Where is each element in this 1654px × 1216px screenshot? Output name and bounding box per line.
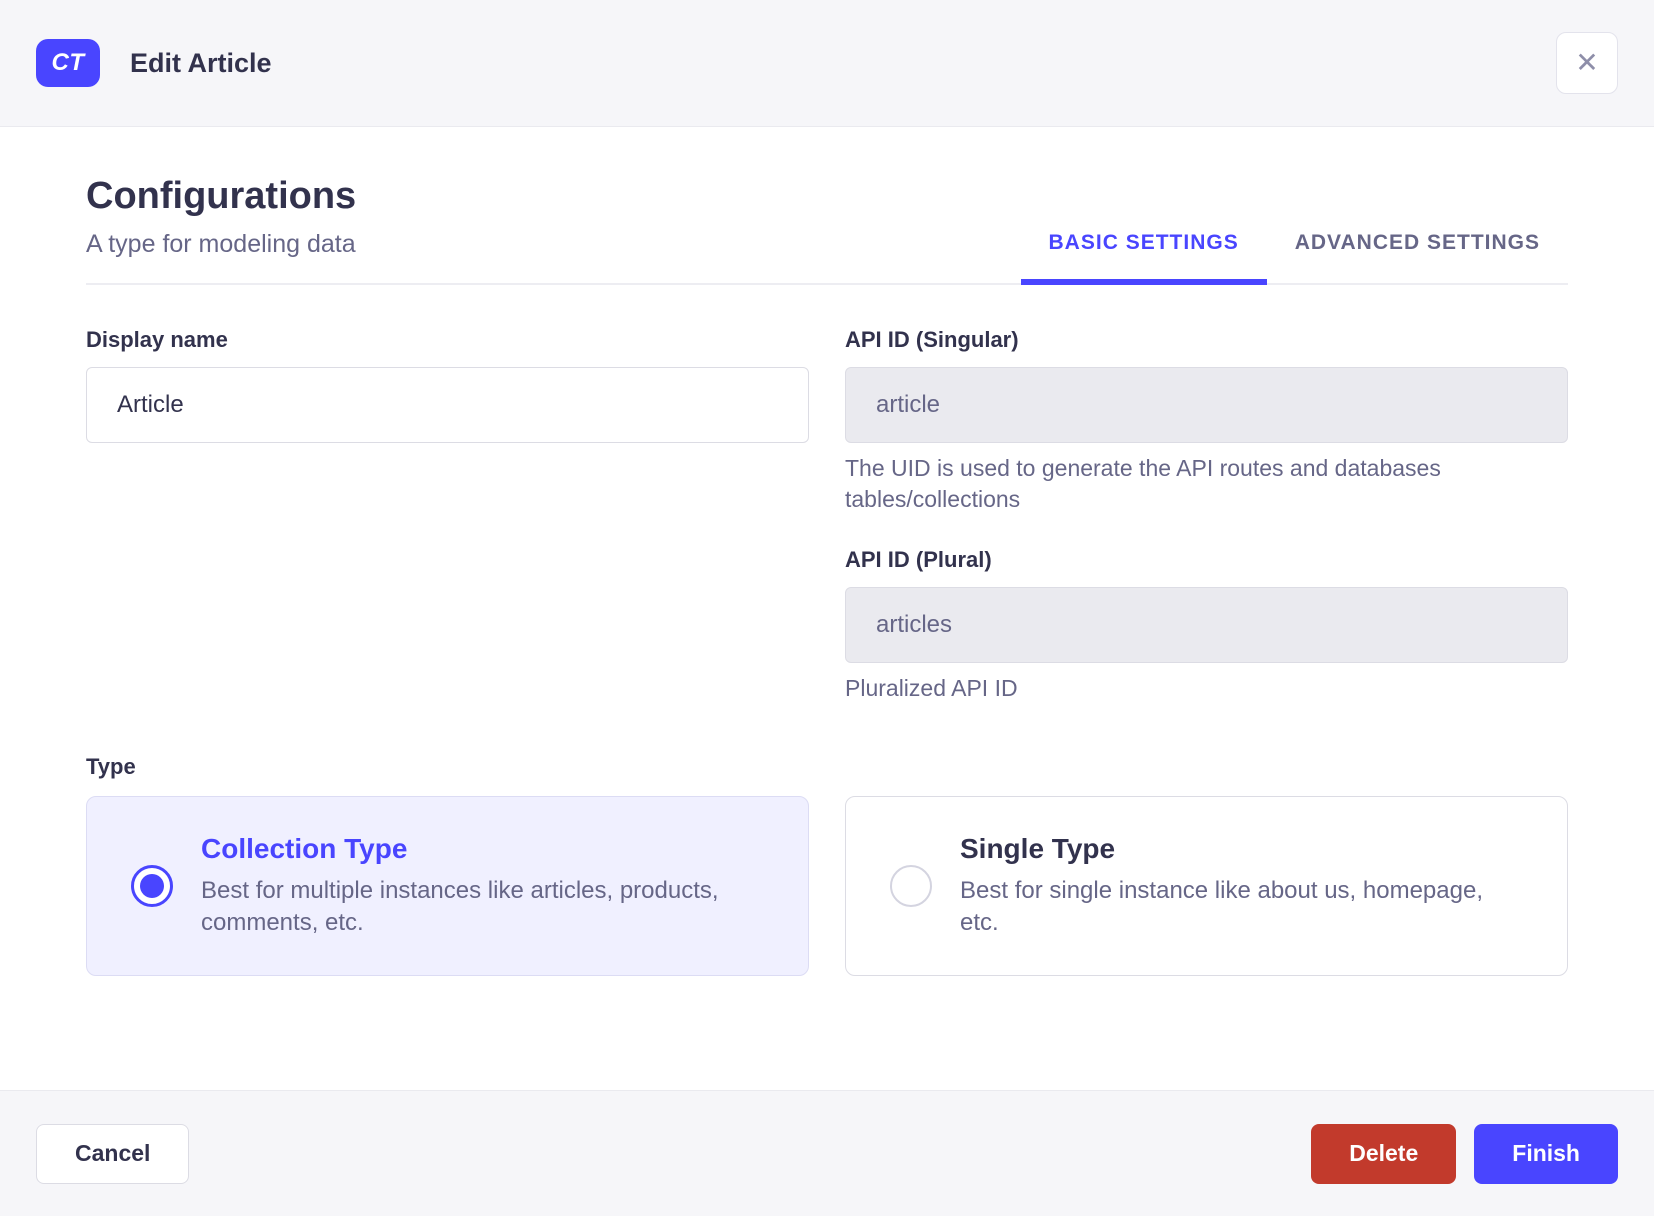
single-type-radio[interactable] xyxy=(890,865,932,907)
modal-footer: Cancel Delete Finish xyxy=(0,1090,1654,1216)
type-label: Type xyxy=(86,754,136,779)
form-left-column: Display name xyxy=(86,327,809,704)
section-titles: Configurations A type for modeling data xyxy=(86,175,356,283)
collection-type-title: Collection Type xyxy=(201,833,408,864)
section-head: Configurations A type for modeling data … xyxy=(86,175,1568,285)
single-type-title: Single Type xyxy=(960,833,1116,864)
collection-type-description: Best for multiple instances like article… xyxy=(201,877,719,936)
close-button[interactable]: ✕ xyxy=(1556,32,1618,94)
finish-button[interactable]: Finish xyxy=(1474,1123,1618,1184)
display-name-label: Display name xyxy=(86,327,228,352)
modal-title: Edit Article xyxy=(130,47,272,78)
collection-type-radio[interactable] xyxy=(131,865,173,907)
form-right-column: API ID (Singular) The UID is used to gen… xyxy=(845,327,1568,704)
api-id-singular-input xyxy=(845,367,1568,443)
collection-type-text: Collection Type Best for multiple instan… xyxy=(201,833,764,939)
modal-body: Configurations A type for modeling data … xyxy=(0,127,1654,1090)
footer-actions: Delete Finish xyxy=(1311,1123,1618,1184)
page-title: Configurations xyxy=(86,175,357,217)
single-type-text: Single Type Best for single instance lik… xyxy=(960,833,1523,939)
api-id-singular-field: API ID (Singular) The UID is used to gen… xyxy=(845,327,1568,515)
single-type-description: Best for single instance like about us, … xyxy=(960,877,1483,936)
configuration-form: Display name API ID (Singular) The UID i… xyxy=(86,327,1568,704)
edit-content-type-modal: CT Edit Article ✕ Configurations A type … xyxy=(0,0,1654,1216)
delete-button[interactable]: Delete xyxy=(1311,1123,1457,1184)
content-type-badge-icon: CT xyxy=(36,39,100,87)
collection-type-card[interactable]: Collection Type Best for multiple instan… xyxy=(86,796,809,976)
page-subtitle: A type for modeling data xyxy=(86,230,356,258)
api-id-plural-input xyxy=(845,587,1568,663)
cancel-button[interactable]: Cancel xyxy=(36,1123,190,1184)
api-id-singular-hint: The UID is used to generate the API rout… xyxy=(845,455,1441,512)
api-id-plural-label: API ID (Plural) xyxy=(845,547,992,572)
settings-tabs: BASIC SETTINGS ADVANCED SETTINGS xyxy=(1020,231,1568,285)
tab-advanced-settings[interactable]: ADVANCED SETTINGS xyxy=(1267,231,1568,283)
display-name-input[interactable] xyxy=(86,367,809,443)
api-id-plural-hint: Pluralized API ID xyxy=(845,675,1018,701)
radio-dot xyxy=(140,874,164,898)
modal-header: CT Edit Article ✕ xyxy=(0,0,1654,127)
type-section: Type Collection Type Best for multiple i… xyxy=(86,754,1568,976)
display-name-field: Display name xyxy=(86,327,809,443)
single-type-card[interactable]: Single Type Best for single instance lik… xyxy=(845,796,1568,976)
close-icon: ✕ xyxy=(1575,47,1599,78)
api-id-singular-label: API ID (Singular) xyxy=(845,327,1019,352)
radio-dot xyxy=(899,874,923,898)
tab-basic-settings[interactable]: BASIC SETTINGS xyxy=(1020,231,1267,285)
api-id-plural-field: API ID (Plural) Pluralized API ID xyxy=(845,547,1568,704)
type-cards: Collection Type Best for multiple instan… xyxy=(86,796,1568,976)
